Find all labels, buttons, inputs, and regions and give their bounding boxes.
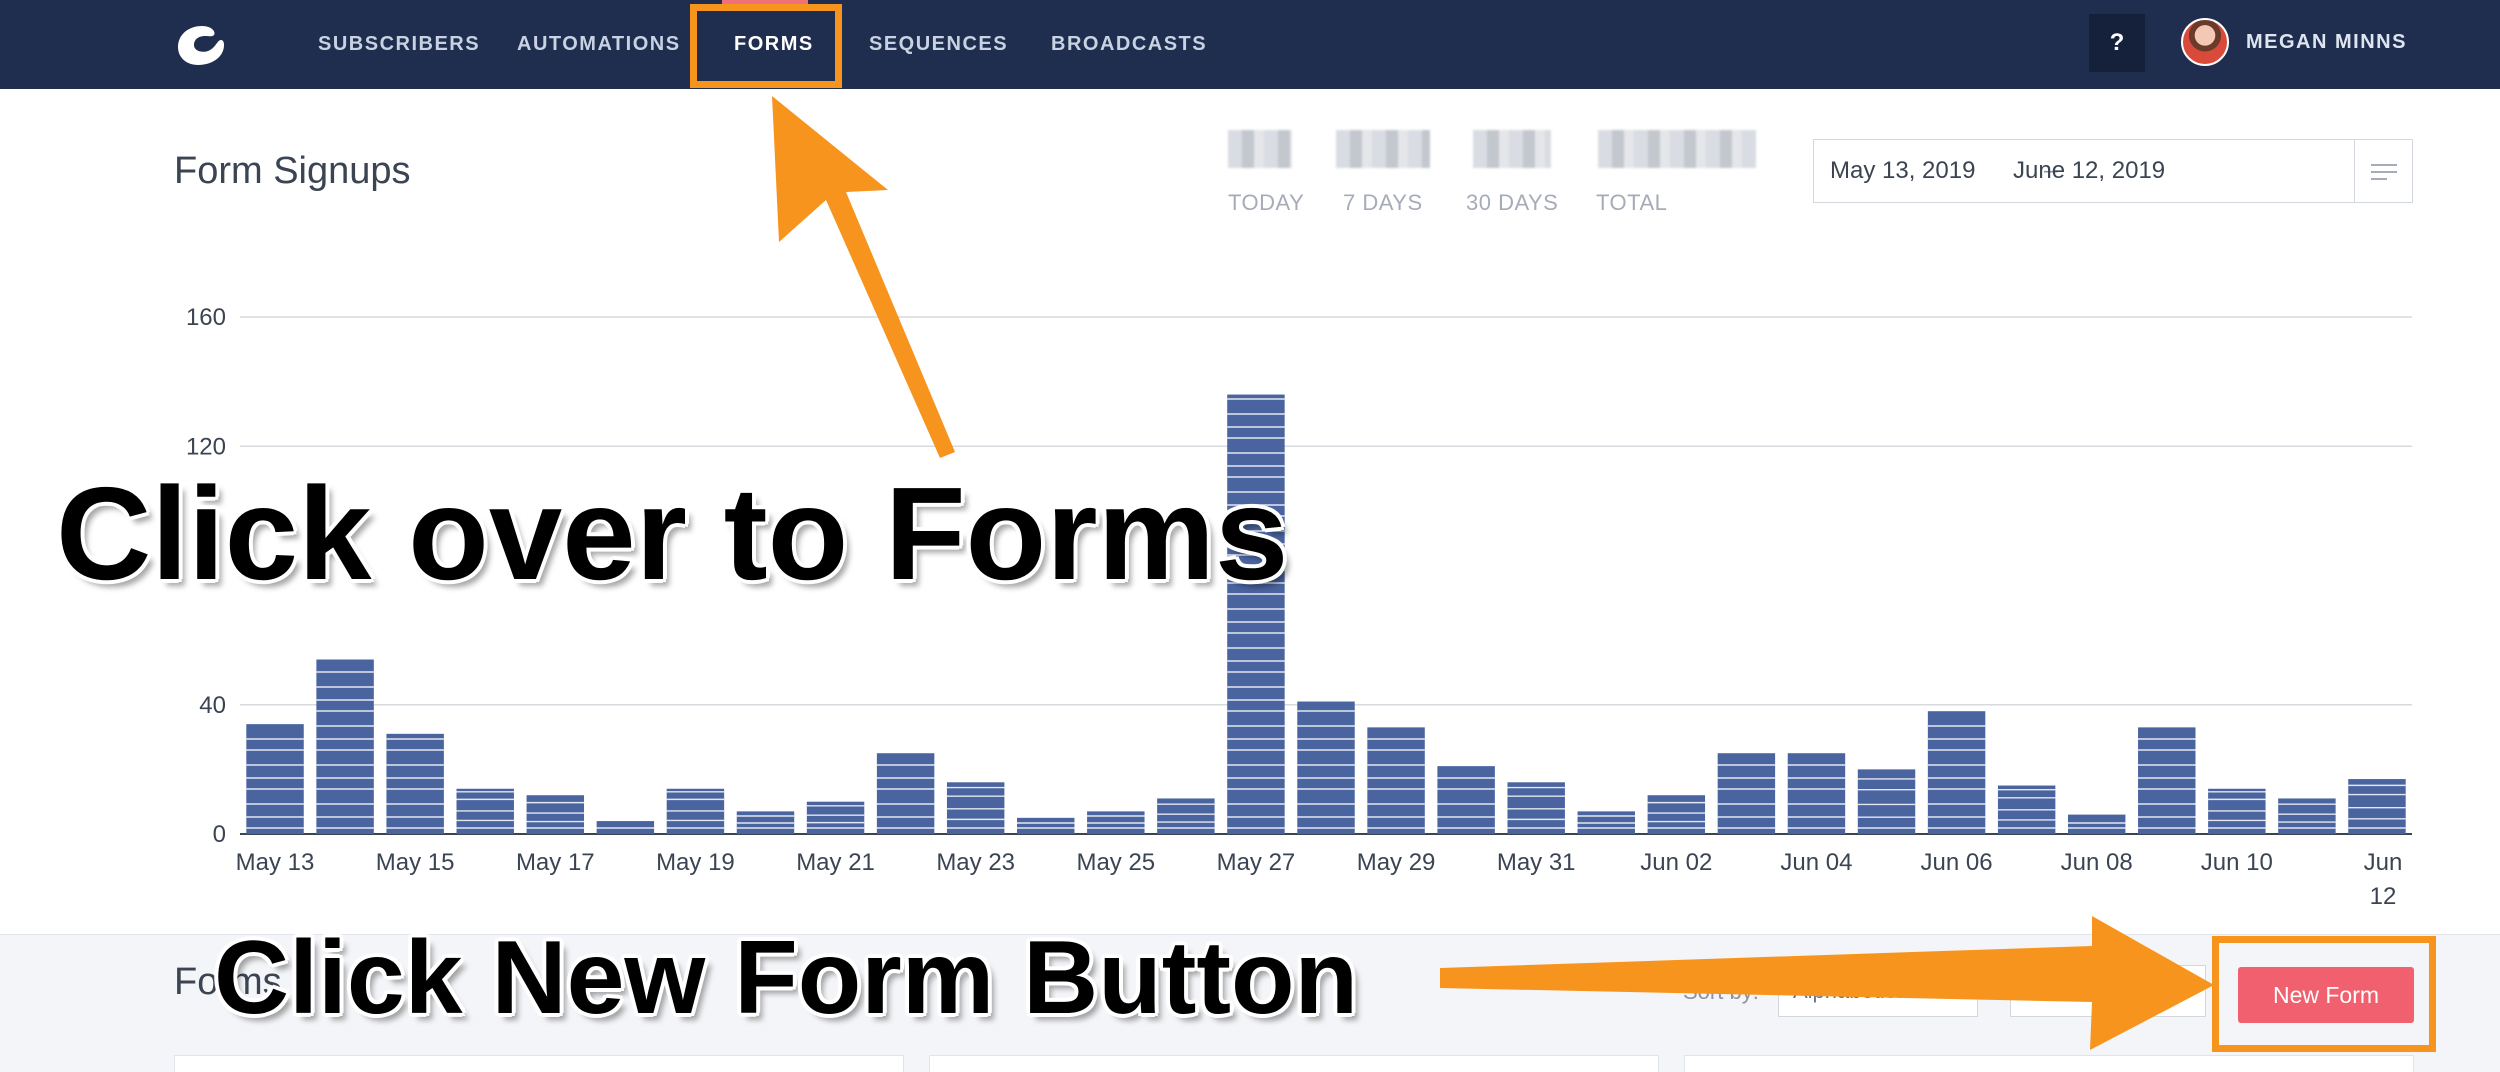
x-tick-label: May 23 [936, 849, 1015, 876]
new-form-highlight-box [2212, 936, 2436, 1052]
forms-highlight-box [690, 4, 842, 88]
view-toggle[interactable] [2010, 965, 2206, 1017]
help-button[interactable]: ? [2089, 14, 2145, 72]
nav-item-broadcasts[interactable]: BROADCASTS [1051, 0, 1207, 89]
chart-bar [1017, 817, 1075, 834]
x-tick-label: May 15 [376, 849, 455, 876]
stat-label-total: TOTAL [1596, 190, 1668, 215]
callout-forms: Click over to Forms [56, 460, 1289, 607]
x-tick-label: May 17 [516, 849, 595, 876]
x-tick-label: Jun 06 [1921, 849, 1993, 876]
chart-bar [1437, 766, 1495, 834]
stat-label-today: TODAY [1228, 190, 1305, 215]
x-tick-label: May 25 [1076, 849, 1155, 876]
stat-value-30-days-blurred [1473, 130, 1551, 168]
x-tick-label: Jun 02 [1640, 849, 1712, 876]
x-tick-label: May 29 [1357, 849, 1436, 876]
x-tick-label: May 19 [656, 849, 735, 876]
y-tick-label: 40 [199, 692, 226, 719]
page-title: Form Signups [174, 150, 411, 192]
stat-value-today-blurred [1228, 130, 1292, 168]
x-tick-label: May 21 [796, 849, 875, 876]
stat-label-7-days: 7 DAYS [1343, 190, 1423, 215]
chart-bar [1927, 711, 1986, 834]
chart-bar [1367, 727, 1425, 834]
date-range-end-text: June 12, 2019 [2013, 157, 2166, 184]
chart-bar [2348, 779, 2406, 834]
sort-label: Sort by: [1683, 979, 1759, 1004]
menu-lines-icon[interactable] [2354, 140, 2412, 202]
x-tick-label: Jun 12 [2364, 849, 2403, 910]
chart-bar [316, 659, 374, 834]
chart-bar [2138, 727, 2196, 834]
chart-bar [1297, 701, 1355, 834]
stat-value-total-blurred [1598, 130, 1756, 168]
avatar[interactable] [2181, 18, 2229, 66]
x-tick-label: May 27 [1217, 849, 1296, 876]
x-tick-label: Jun 10 [2201, 849, 2273, 876]
x-tick-label: Jun 04 [1780, 849, 1852, 876]
convertkit-logo-icon[interactable] [172, 18, 232, 70]
stat-label-30-days: 30 DAYS [1466, 190, 1559, 215]
nav-item-subscribers[interactable]: SUBSCRIBERS [318, 0, 480, 89]
x-tick-label: May 13 [236, 849, 315, 876]
top-navigation-bar: SUBSCRIBERS AUTOMATIONS FORMS SEQUENCES … [0, 0, 2500, 89]
chart-bar [2067, 814, 2126, 834]
x-tick-label: Jun 08 [2061, 849, 2133, 876]
callout-new-form: Click New Form Button [214, 920, 1359, 1036]
nav-item-sequences[interactable]: SEQUENCES [869, 0, 1008, 89]
screenshot-root: SUBSCRIBERS AUTOMATIONS FORMS SEQUENCES … [0, 0, 2500, 1072]
sort-select[interactable]: Alphabetical [1778, 965, 1978, 1017]
stat-value-7-days-blurred [1336, 130, 1430, 168]
date-range-picker[interactable]: May 13, 2019 – June 12, 2019 [1813, 139, 2413, 203]
user-name-menu[interactable]: MEGAN MINNS [2246, 0, 2407, 84]
date-range-start: May 13, 2019 [1830, 157, 1976, 184]
y-tick-label: 0 [213, 821, 226, 848]
nav-item-automations[interactable]: AUTOMATIONS [517, 0, 681, 89]
y-tick-label: 160 [186, 304, 226, 331]
x-tick-label: May 31 [1497, 849, 1576, 876]
form-card[interactable] [929, 1055, 1659, 1072]
form-card[interactable] [1684, 1055, 2414, 1072]
form-card[interactable] [174, 1055, 904, 1072]
chart-bar [386, 733, 444, 834]
